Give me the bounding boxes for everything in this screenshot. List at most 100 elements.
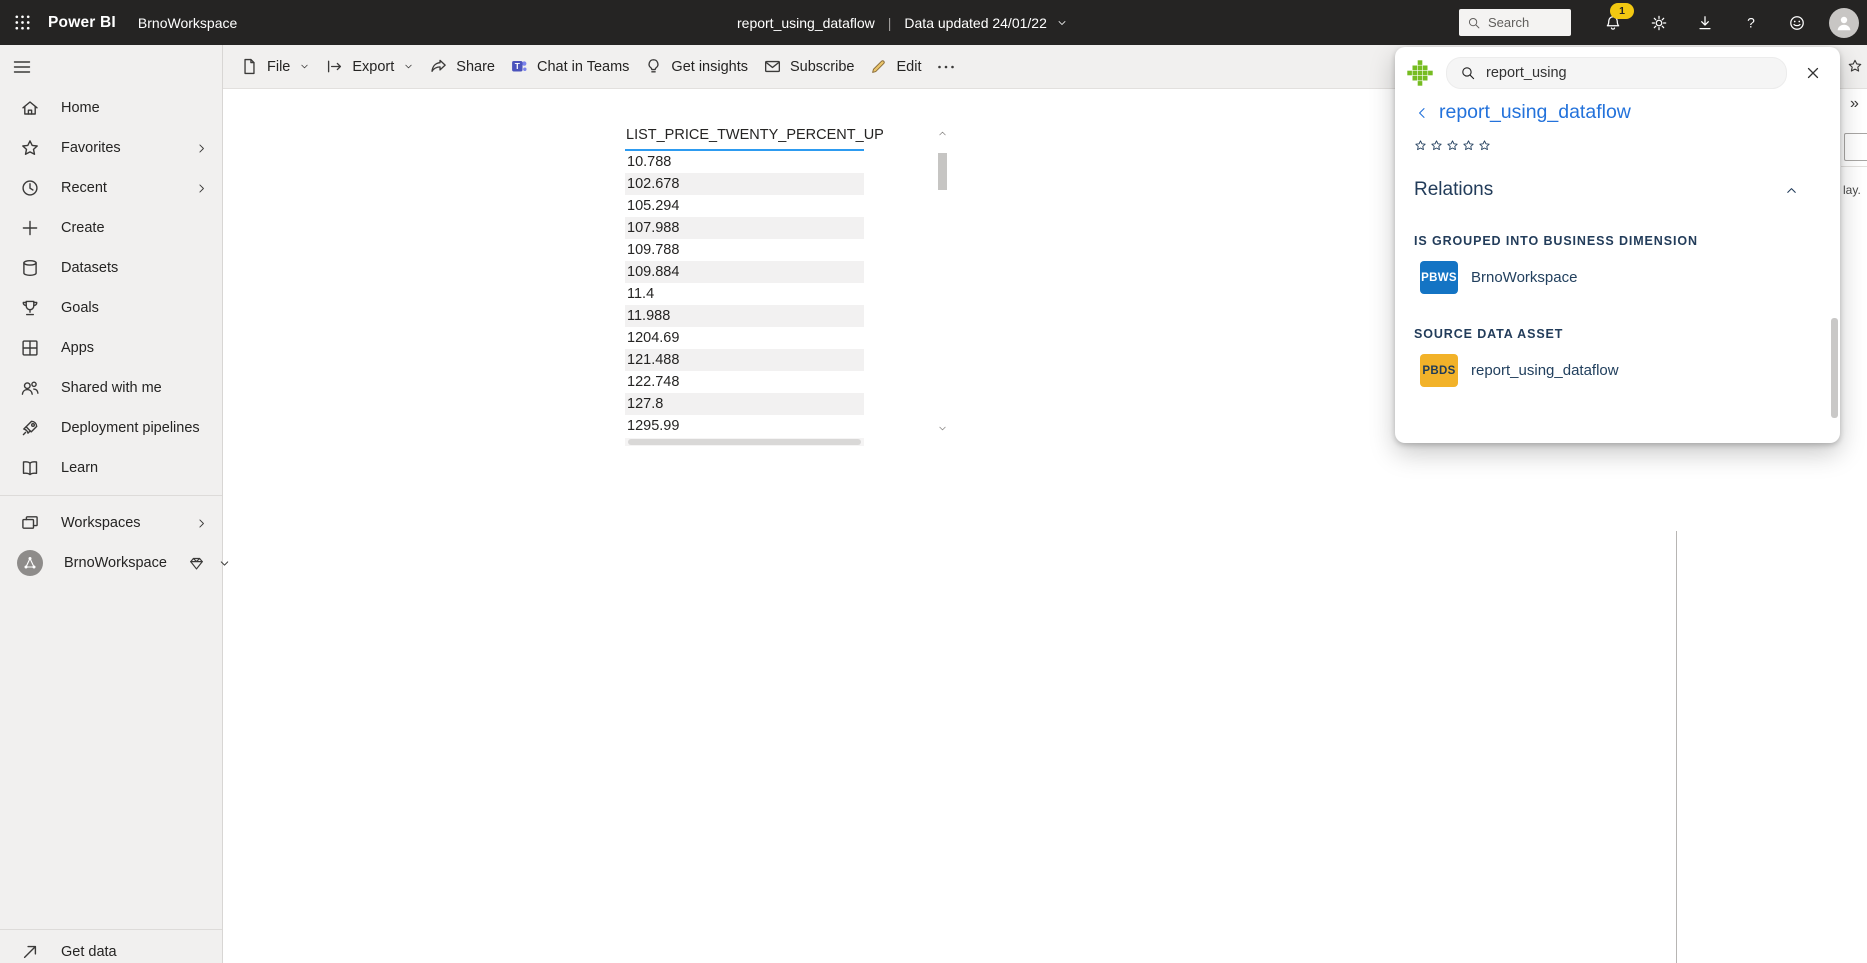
- sidebar-item-label: Apps: [61, 340, 94, 356]
- workspace-avatar-icon: [17, 550, 43, 576]
- catalog-search-input[interactable]: report_using: [1446, 57, 1787, 89]
- question-icon: ?: [1742, 14, 1760, 32]
- sidebar-item-label: BrnoWorkspace: [64, 555, 167, 571]
- toolbar-item-edit[interactable]: Edit: [869, 57, 921, 76]
- sidebar-item-goals[interactable]: Goals: [0, 288, 222, 328]
- filter-pane-divider: [1841, 166, 1867, 167]
- hamburger-menu-button[interactable]: [11, 57, 33, 77]
- chevron-right-icon: [195, 517, 208, 530]
- apps-icon: [20, 338, 40, 358]
- notifications-button[interactable]: 1: [1599, 9, 1627, 37]
- table-row: 109.884: [625, 261, 864, 283]
- app-name: Power BI: [48, 14, 116, 32]
- toolbar-item-subscribe[interactable]: Subscribe: [763, 57, 854, 76]
- panel-header: report_using: [1395, 47, 1840, 89]
- feedback-button[interactable]: [1783, 9, 1811, 37]
- chevron-right-icon: [195, 142, 208, 155]
- pencil-icon: [869, 57, 888, 76]
- search-placeholder: Search: [1488, 15, 1529, 30]
- sidebar-item-current-workspace[interactable]: BrnoWorkspace: [0, 543, 222, 583]
- back-chevron-icon[interactable]: [1414, 105, 1430, 121]
- table-row: 127.8: [625, 393, 864, 415]
- power-bi-page: Power BI BrnoWorkspace report_using_data…: [0, 0, 1867, 963]
- relations-section-header[interactable]: Relations: [1414, 179, 1799, 201]
- download-button[interactable]: [1691, 9, 1719, 37]
- horizontal-scrollbar-thumb[interactable]: [628, 439, 861, 445]
- sidebar-items: HomeFavoritesRecent Create DatasetsGoals Ap…: [0, 88, 222, 488]
- horizontal-scrollbar[interactable]: [625, 438, 864, 446]
- sidebar-item-create[interactable]: Create: [0, 208, 222, 248]
- sidebar-item-favorites[interactable]: Favorites: [0, 128, 222, 168]
- data-updated-label[interactable]: Data updated 24/01/22: [904, 15, 1046, 31]
- asset-type-badge: PBWS: [1420, 261, 1458, 294]
- download-icon: [1696, 14, 1714, 32]
- sidebar-item-datasets[interactable]: Datasets: [0, 248, 222, 288]
- app-launcher-button[interactable]: [0, 0, 44, 45]
- arrow-up-right-icon: [20, 942, 40, 962]
- sidebar-item-workspaces[interactable]: Workspaces: [0, 503, 222, 543]
- account-avatar[interactable]: [1829, 8, 1859, 38]
- rating-star-icon[interactable]: [1462, 139, 1475, 152]
- export-arrow-icon: [325, 57, 344, 76]
- rating-star-icon[interactable]: [1446, 139, 1459, 152]
- file-page-icon: [240, 57, 259, 76]
- report-title-group: report_using_dataflow | Data updated 24/…: [737, 0, 1068, 45]
- vertical-scrollbar-thumb[interactable]: [938, 153, 947, 190]
- toolbar-item-chat-in-teams[interactable]: TChat in Teams: [510, 57, 629, 76]
- rating-star-icon[interactable]: [1414, 139, 1427, 152]
- expand-pane-chevrons[interactable]: »: [1850, 95, 1859, 113]
- share-icon: [429, 57, 448, 76]
- close-icon[interactable]: [1804, 64, 1822, 82]
- topbar-actions: Search 1 ?: [1459, 0, 1859, 45]
- catalog-search-value: report_using: [1486, 65, 1567, 81]
- topbar-workspace-name[interactable]: BrnoWorkspace: [138, 15, 237, 31]
- help-button[interactable]: ?: [1737, 9, 1765, 37]
- chevron-down-icon[interactable]: [1056, 17, 1068, 29]
- catalog-overlay-panel: report_using report_using_dataflow Relat…: [1395, 47, 1840, 443]
- rating-star-icon[interactable]: [1478, 139, 1491, 152]
- vertical-scrollbar[interactable]: [936, 128, 949, 434]
- toolbar-item-label: Edit: [896, 59, 921, 75]
- toolbar-item-more-options[interactable]: [936, 57, 956, 77]
- smiley-icon: [1788, 14, 1806, 32]
- svg-text:T: T: [515, 61, 520, 71]
- svg-text:?: ?: [1747, 14, 1755, 30]
- asset-title[interactable]: report_using_dataflow: [1439, 101, 1631, 124]
- panel-scrollbar-thumb[interactable]: [1831, 318, 1838, 418]
- scroll-up-icon[interactable]: [937, 128, 948, 139]
- filter-search-fragment[interactable]: [1844, 133, 1867, 161]
- table-visual: LIST_PRICE_TWENTY_PERCENT_UP 10.788102.6…: [625, 127, 864, 446]
- favorite-star-icon[interactable]: [1847, 58, 1863, 74]
- report-title[interactable]: report_using_dataflow: [737, 15, 875, 31]
- waffle-icon: [13, 13, 32, 32]
- envelope-icon: [763, 57, 782, 76]
- scroll-down-icon[interactable]: [937, 423, 948, 434]
- chevron-down-icon[interactable]: [218, 557, 231, 570]
- sidebar-item-learn[interactable]: Learn: [0, 448, 222, 488]
- catalog-logo-icon[interactable]: [1407, 60, 1433, 86]
- table-column-header[interactable]: LIST_PRICE_TWENTY_PERCENT_UP: [625, 127, 864, 151]
- rating-star-icon[interactable]: [1430, 139, 1443, 152]
- related-asset-brnoworkspace[interactable]: PBWSBrnoWorkspace: [1420, 261, 1840, 294]
- toolbar-item-share[interactable]: Share: [429, 57, 495, 76]
- related-asset-report-using-dataflow[interactable]: PBDSreport_using_dataflow: [1420, 354, 1840, 387]
- toolbar-item-file[interactable]: File: [240, 57, 310, 76]
- toolbar-item-get-insights[interactable]: Get insights: [644, 57, 748, 76]
- sidebar-item-home[interactable]: Home: [0, 88, 222, 128]
- global-search-input[interactable]: Search: [1459, 9, 1571, 36]
- sidebar-item-apps[interactable]: Apps: [0, 328, 222, 368]
- sidebar-item-shared-with-me[interactable]: Shared with me: [0, 368, 222, 408]
- toolbar-item-label: Share: [456, 59, 495, 75]
- settings-button[interactable]: [1645, 9, 1673, 37]
- top-bar: Power BI BrnoWorkspace report_using_data…: [0, 0, 1867, 45]
- sidebar-item-label: Create: [61, 220, 105, 236]
- get-data-label: Get data: [61, 944, 117, 960]
- toolbar-item-label: Get insights: [671, 59, 748, 75]
- get-data-button[interactable]: Get data: [0, 932, 222, 963]
- sidebar-item-label: Shared with me: [61, 380, 162, 396]
- sidebar-item-deployment-pipelines[interactable]: Deployment pipelines: [0, 408, 222, 448]
- toolbar-item-export[interactable]: Export: [325, 57, 414, 76]
- sidebar-item-recent[interactable]: Recent: [0, 168, 222, 208]
- relation-section-heading: SOURCE DATA ASSET: [1414, 327, 1840, 341]
- rocket-icon: [20, 418, 40, 438]
